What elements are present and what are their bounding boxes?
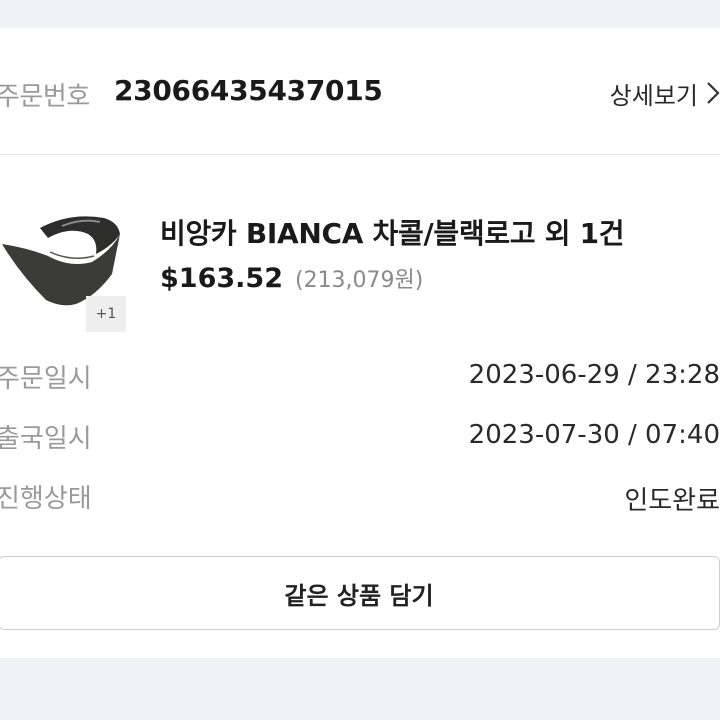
price-krw: (213,079원) <box>294 268 424 293</box>
product-thumbnail[interactable]: +1 <box>0 204 126 332</box>
price-usd: $163.52 <box>160 263 283 294</box>
price-row: $163.52 (213,079원) <box>160 262 423 294</box>
chevron-right-icon <box>707 82 720 104</box>
extra-item-count-badge: +1 <box>86 296 126 332</box>
add-same-product-button[interactable]: 같은 상품 담기 <box>0 556 720 630</box>
order-date-value: 2023-06-29 / 23:28 <box>468 360 720 390</box>
view-details-label: 상세보기 <box>609 81 698 110</box>
status-row: 진행상태 인도완료 <box>0 478 720 518</box>
order-header: 주문번호 23066435437015 상세보기 <box>0 28 720 155</box>
order-number: 23066435437015 <box>114 74 383 107</box>
departure-date-label: 출국일시 <box>0 424 92 454</box>
order-date-row: 주문일시 2023-06-29 / 23:28 <box>0 358 720 398</box>
order-card: 주문번호 23066435437015 상세보기 +1 비앙카 BIANCA 차… <box>0 28 720 658</box>
departure-date-row: 출국일시 2023-07-30 / 07:40 <box>0 418 720 458</box>
product-summary[interactable]: +1 비앙카 BIANCA 차콜/블랙로고 외 1건 $163.52 (213,… <box>0 190 720 332</box>
view-details-link[interactable]: 상세보기 <box>610 76 720 110</box>
status-label: 진행상태 <box>0 484 92 514</box>
departure-date-value: 2023-07-30 / 07:40 <box>468 420 720 450</box>
product-name[interactable]: 비앙카 BIANCA 차콜/블랙로고 외 1건 <box>160 212 625 252</box>
order-date-label: 주문일시 <box>0 364 92 394</box>
order-number-label: 주문번호 <box>0 82 90 112</box>
status-value: 인도완료 <box>624 486 720 516</box>
